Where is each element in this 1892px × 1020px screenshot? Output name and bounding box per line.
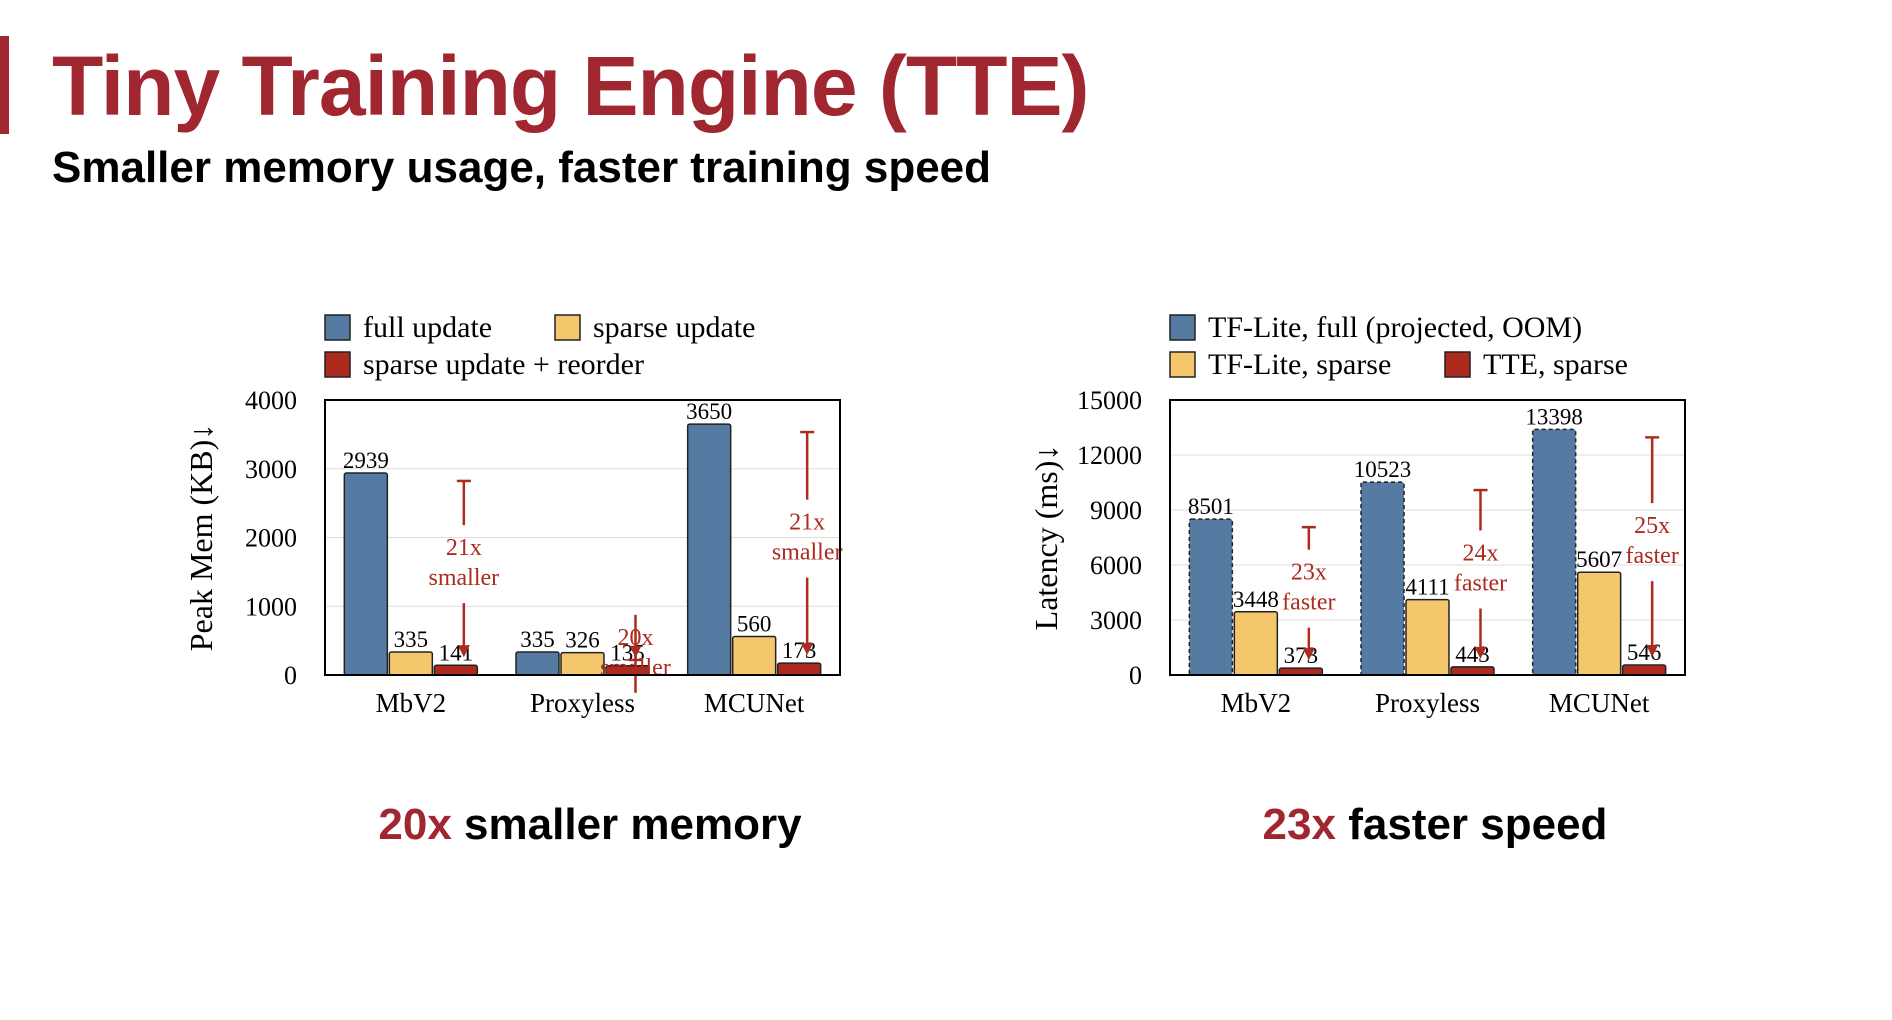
- data-label: 141: [439, 640, 474, 665]
- annotation-text: 20x: [618, 625, 654, 651]
- legend-swatch: [1169, 351, 1196, 378]
- bar: [1360, 481, 1405, 676]
- memory-caption-highlight: 20x: [378, 800, 452, 849]
- y-tick-label: 15000: [1077, 386, 1142, 415]
- y-tick-label: 0: [1129, 661, 1142, 690]
- data-label: 4111: [1405, 575, 1449, 600]
- annotation-text: 21x: [789, 510, 825, 536]
- legend-swatch: [554, 314, 581, 341]
- legend-label: full update: [363, 311, 492, 344]
- data-label: 13398: [1525, 404, 1583, 429]
- annotation-text: 24x: [1463, 540, 1499, 566]
- data-label: 2939: [343, 448, 389, 473]
- annotation-text: faster: [1282, 590, 1335, 616]
- legend-label: sparse update + reorder: [363, 348, 644, 381]
- annotation-text: 25x: [1634, 513, 1670, 539]
- x-tick-label: MCUNet: [1549, 688, 1650, 718]
- bar: [1188, 518, 1234, 676]
- bar: [433, 664, 479, 676]
- annotation-text: faster: [1626, 543, 1679, 569]
- memory-caption-text: smaller memory: [451, 800, 802, 849]
- peak-memory-chart: 0 1000 2000 3000 4000 Peak Mem (KB)↓ 2939 335 14…: [183, 311, 843, 718]
- speed-caption: 23x faster speed: [1085, 800, 1785, 850]
- data-label: 8501: [1188, 494, 1234, 519]
- annotation-text: smaller: [429, 565, 500, 591]
- legend-swatch: [1169, 314, 1196, 341]
- title-accent-bar: [0, 36, 9, 134]
- data-label: 3650: [686, 399, 732, 424]
- speed-caption-text: faster speed: [1335, 800, 1608, 849]
- x-tick-label: Proxyless: [1375, 688, 1480, 718]
- legend-swatch: [324, 351, 351, 378]
- speed-caption-highlight: 23x: [1262, 800, 1336, 849]
- legend-swatch: [1444, 351, 1471, 378]
- x-tick-label: MCUNet: [704, 688, 805, 718]
- data-label: 546: [1627, 640, 1662, 665]
- y-tick-label: 4000: [245, 386, 297, 415]
- y-tick-label: 0: [284, 661, 297, 690]
- data-label: 5607: [1576, 547, 1622, 572]
- data-label: 443: [1455, 642, 1490, 667]
- bar: [343, 472, 389, 676]
- legend-label: sparse update: [593, 311, 755, 344]
- memory-caption: 20x smaller memory: [240, 800, 940, 850]
- bar: [731, 635, 777, 676]
- latency-chart: 0 3000 6000 9000 12000 15000 Latency (ms)↓ 8501…: [1028, 311, 1686, 718]
- slide-subtitle: Smaller memory usage, faster training sp…: [52, 143, 992, 192]
- y-tick-label: 3000: [245, 455, 297, 484]
- y-tick-label: 3000: [1090, 606, 1142, 635]
- legend-swatch: [324, 314, 351, 341]
- bar: [388, 651, 434, 676]
- data-label: 3448: [1233, 587, 1279, 612]
- data-label: 335: [394, 627, 429, 652]
- data-label: 335: [520, 627, 555, 652]
- annotation-text: 23x: [1291, 560, 1327, 586]
- y-axis-label: Peak Mem (KB)↓: [183, 424, 219, 652]
- y-tick-label: 2000: [245, 524, 297, 553]
- bar: [1576, 571, 1622, 676]
- y-tick-label: 6000: [1090, 551, 1142, 580]
- bar: [515, 651, 560, 676]
- data-label: 326: [565, 628, 600, 653]
- bar: [1405, 598, 1450, 676]
- x-tick-label: MbV2: [1221, 688, 1292, 718]
- annotation-text: faster: [1454, 570, 1507, 596]
- data-label: 10523: [1354, 457, 1412, 482]
- y-tick-label: 1000: [245, 592, 297, 621]
- y-tick-label: 12000: [1077, 441, 1142, 470]
- x-tick-label: Proxyless: [530, 688, 635, 718]
- annotation-text: smaller: [600, 655, 671, 681]
- y-tick-label: 9000: [1090, 496, 1142, 525]
- bar: [1278, 667, 1324, 676]
- data-label: 173: [782, 638, 817, 663]
- y-axis-label: Latency (ms)↓: [1028, 445, 1064, 631]
- bar: [776, 662, 822, 676]
- legend-label: TTE, sparse: [1483, 348, 1628, 381]
- annotation-text: 21x: [446, 535, 482, 561]
- data-label: 373: [1284, 643, 1319, 668]
- annotation-text: smaller: [772, 540, 843, 566]
- legend-label: TF-Lite, sparse: [1208, 348, 1391, 381]
- legend-label: TF-Lite, full (projected, OOM): [1208, 311, 1582, 344]
- x-tick-label: MbV2: [376, 688, 447, 718]
- data-label: 560: [737, 612, 772, 637]
- slide-title: Tiny Training Engine (TTE): [52, 39, 1089, 133]
- bar: [1531, 428, 1577, 676]
- bar: [1450, 666, 1495, 676]
- bar: [686, 423, 732, 676]
- bar: [1621, 664, 1667, 676]
- bar: [560, 651, 605, 676]
- bar: [1233, 611, 1279, 676]
